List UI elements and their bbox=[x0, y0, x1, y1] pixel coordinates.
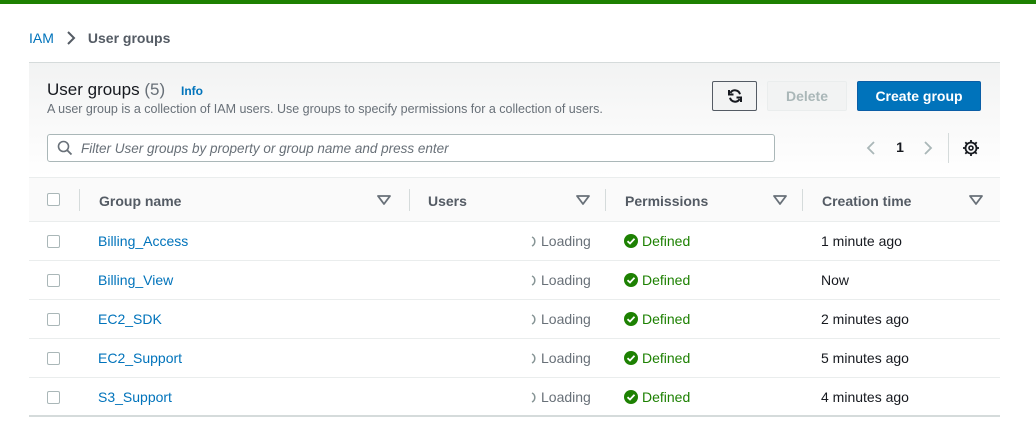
chevron-right-icon[interactable] bbox=[918, 139, 936, 157]
creation-time: 5 minutes ago bbox=[821, 350, 909, 366]
column-label: Creation time bbox=[822, 192, 912, 209]
chevron-left-icon[interactable] bbox=[863, 139, 881, 157]
create-group-button[interactable]: Create group bbox=[857, 81, 981, 111]
delete-button[interactable]: Delete bbox=[767, 81, 847, 111]
permissions-cell: Defined bbox=[624, 311, 690, 327]
row-checkbox[interactable] bbox=[47, 352, 60, 365]
creation-time: 4 minutes ago bbox=[821, 389, 909, 405]
sort-caret-icon[interactable] bbox=[376, 193, 392, 207]
loading-spinner-icon bbox=[531, 392, 536, 403]
group-name-link[interactable]: EC2_SDK bbox=[98, 311, 162, 327]
table-row[interactable]: EC2_Support Loading Defined 5 minutes ag… bbox=[29, 339, 1000, 378]
select-all-checkbox[interactable] bbox=[47, 193, 60, 206]
row-checkbox[interactable] bbox=[47, 274, 60, 287]
column-divider bbox=[605, 189, 606, 211]
loading-spinner-icon bbox=[531, 314, 536, 325]
column-label: Users bbox=[428, 192, 467, 209]
top-status-bar bbox=[0, 0, 1036, 4]
creation-time: Now bbox=[821, 272, 850, 288]
permissions-status: Defined bbox=[642, 272, 691, 288]
permissions-cell: Defined bbox=[624, 233, 690, 249]
column-label: Group name bbox=[99, 192, 182, 209]
group-name-link[interactable]: S3_Support bbox=[98, 389, 172, 405]
sort-caret-icon[interactable] bbox=[575, 193, 591, 207]
success-check-icon bbox=[624, 234, 638, 248]
creation-time: 2 minutes ago bbox=[821, 311, 909, 327]
info-link[interactable]: Info bbox=[181, 84, 203, 98]
group-count: (5) bbox=[144, 80, 166, 99]
breadcrumb-iam-link[interactable]: IAM bbox=[29, 30, 54, 46]
loading-spinner-icon bbox=[531, 236, 536, 247]
success-check-icon bbox=[624, 390, 638, 404]
table-row[interactable]: Billing_Access Loading Defined 1 minute … bbox=[29, 222, 1000, 261]
table-header: Group name Users Permissions Creation ti… bbox=[29, 177, 1000, 222]
chevron-right-icon bbox=[62, 29, 80, 47]
column-divider bbox=[79, 189, 80, 211]
breadcrumb-current: User groups bbox=[87, 30, 171, 46]
users-loading-text: Loading bbox=[541, 272, 591, 288]
users-loading-text: Loading bbox=[541, 350, 591, 366]
permissions-status: Defined bbox=[642, 233, 691, 249]
group-name-link[interactable]: Billing_View bbox=[98, 272, 173, 288]
users-cell: Loading bbox=[529, 233, 591, 249]
row-checkbox[interactable] bbox=[47, 391, 60, 404]
title-text: User groups bbox=[47, 80, 140, 99]
users-cell: Loading bbox=[529, 389, 591, 405]
permissions-cell: Defined bbox=[624, 272, 690, 288]
permissions-cell: Defined bbox=[624, 389, 690, 405]
sort-caret-icon[interactable] bbox=[968, 193, 984, 207]
permissions-status: Defined bbox=[642, 350, 691, 366]
sort-caret-icon[interactable] bbox=[772, 193, 788, 207]
loading-spinner-icon bbox=[531, 275, 536, 286]
column-header-permissions[interactable]: Permissions bbox=[625, 178, 802, 223]
success-check-icon bbox=[624, 312, 638, 326]
creation-time: 1 minute ago bbox=[821, 233, 902, 249]
group-name-link[interactable]: EC2_Support bbox=[98, 350, 182, 366]
column-label: Permissions bbox=[625, 192, 709, 209]
users-loading-text: Loading bbox=[541, 311, 591, 327]
row-checkbox[interactable] bbox=[47, 235, 60, 248]
permissions-cell: Defined bbox=[624, 350, 690, 366]
users-loading-text: Loading bbox=[541, 233, 591, 249]
page-number[interactable]: 1 bbox=[893, 139, 907, 155]
success-check-icon bbox=[624, 273, 638, 287]
search-box bbox=[47, 134, 775, 162]
search-icon bbox=[57, 140, 73, 156]
breadcrumb: IAM User groups bbox=[29, 29, 170, 47]
table-row[interactable]: S3_Support Loading Defined 4 minutes ago bbox=[29, 378, 1000, 417]
gear-icon[interactable] bbox=[962, 139, 980, 157]
column-header-creation-time[interactable]: Creation time bbox=[822, 178, 1000, 223]
user-groups-panel: User groups (5) Info A user group is a c… bbox=[29, 62, 1000, 417]
users-cell: Loading bbox=[529, 350, 591, 366]
table-row[interactable]: Billing_View Loading Defined Now bbox=[29, 261, 1000, 300]
users-loading-text: Loading bbox=[541, 389, 591, 405]
row-checkbox[interactable] bbox=[47, 313, 60, 326]
group-name-link[interactable]: Billing_Access bbox=[98, 233, 188, 249]
column-divider bbox=[802, 189, 803, 211]
panel-description: A user group is a collection of IAM user… bbox=[47, 102, 603, 116]
users-cell: Loading bbox=[529, 311, 591, 327]
column-header-users[interactable]: Users bbox=[428, 178, 605, 223]
users-cell: Loading bbox=[529, 272, 591, 288]
divider bbox=[948, 133, 949, 163]
permissions-status: Defined bbox=[642, 389, 691, 405]
page-title: User groups (5) bbox=[47, 80, 165, 100]
permissions-status: Defined bbox=[642, 311, 691, 327]
table-row[interactable]: EC2_SDK Loading Defined 2 minutes ago bbox=[29, 300, 1000, 339]
column-divider bbox=[409, 189, 410, 211]
refresh-icon bbox=[727, 89, 742, 103]
loading-spinner-icon bbox=[531, 353, 536, 364]
success-check-icon bbox=[624, 351, 638, 365]
panel-header: User groups (5) Info A user group is a c… bbox=[29, 63, 1000, 177]
search-input[interactable] bbox=[81, 140, 761, 156]
column-header-group-name[interactable]: Group name bbox=[99, 178, 409, 223]
refresh-button[interactable] bbox=[712, 81, 757, 111]
